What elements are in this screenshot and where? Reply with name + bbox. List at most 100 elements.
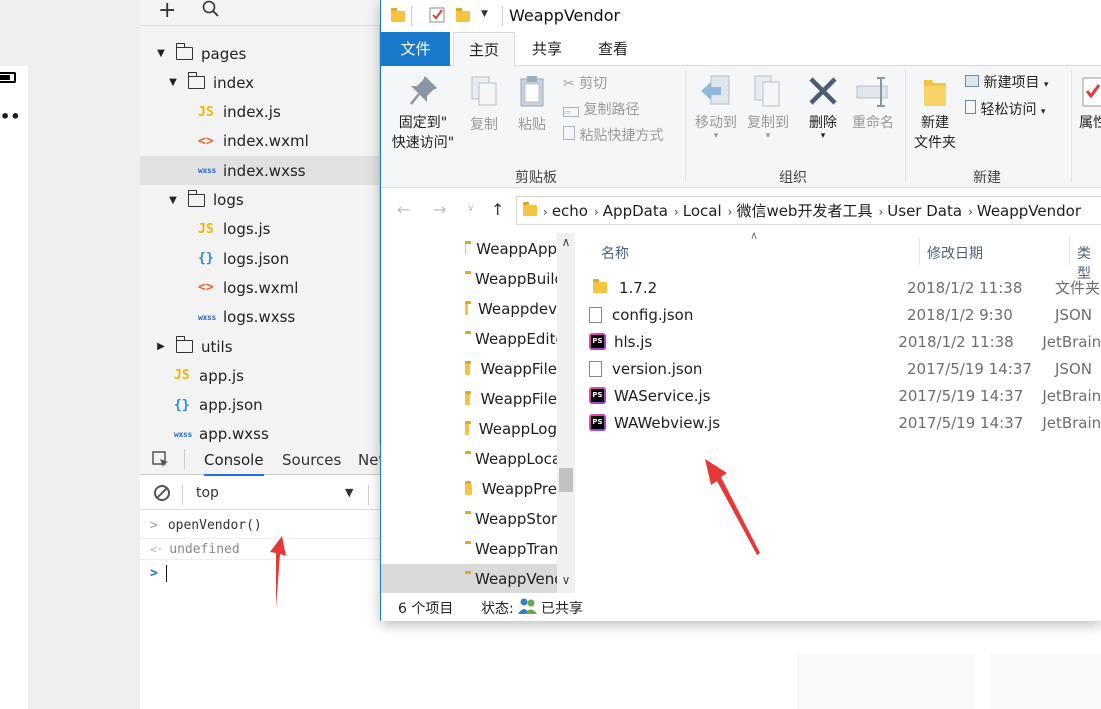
file-date: 2017/5/19 14:37 — [907, 359, 1032, 378]
tab-share[interactable]: 共享 — [519, 32, 575, 66]
forward-arrow-icon[interactable]: → — [433, 200, 446, 219]
copy-button[interactable]: 复制 — [463, 74, 505, 134]
breadcrumb: › echo › AppData › Local › 微信web开发者工具 › User Data… — [537, 200, 1081, 221]
nav-folder-item[interactable]: WeappStorage — [381, 504, 557, 534]
column-divider[interactable] — [919, 237, 920, 265]
properties-check-icon[interactable] — [429, 7, 445, 27]
pin-to-quick-access-button[interactable]: 固定到" 快速访问" — [387, 74, 459, 152]
column-name-header[interactable]: 名称 — [601, 243, 629, 263]
tree-item-label: app.json — [199, 396, 263, 415]
add-file-icon[interactable]: + — [158, 0, 176, 23]
collapse-arrow-icon[interactable]: ▶ — [154, 341, 168, 352]
copy-path-button[interactable]: ▭ 复制路径 — [563, 99, 639, 119]
inspect-element-icon[interactable] — [152, 451, 170, 473]
new-folder-icon[interactable] — [456, 8, 470, 22]
breadcrumb-item[interactable]: 微信web开发者工具 — [736, 202, 872, 220]
tree-item[interactable]: JS index.js — [140, 98, 380, 127]
paste-shortcut-button[interactable]: 粘贴快捷方式 — [563, 125, 663, 145]
tree-item[interactable]: <> logs.wxml — [140, 273, 380, 302]
scissors-icon: ✂ — [563, 76, 575, 92]
more-dots-icon[interactable]: •• — [0, 109, 20, 125]
breadcrumb-separator-icon[interactable]: › — [594, 205, 599, 219]
tree-item[interactable]: ▼ index — [140, 68, 380, 97]
scroll-thumb[interactable] — [559, 468, 573, 492]
rename-button[interactable]: 重命名 — [847, 74, 899, 132]
breadcrumb-item[interactable]: echo — [552, 202, 588, 220]
file-row[interactable]: hls.js 2018/1/2 11:38 JetBrains — [589, 328, 1101, 355]
breadcrumb-separator-icon[interactable]: › — [968, 205, 973, 219]
easy-access-button[interactable]: 轻松访问 ▾ — [965, 99, 1045, 119]
tab-console[interactable]: Console — [204, 451, 264, 476]
nav-folder-item[interactable]: WeappBuild — [381, 264, 557, 294]
tree-item[interactable]: {} app.json — [140, 391, 380, 420]
paste-button[interactable]: 粘贴 — [511, 74, 553, 134]
nav-folder-item[interactable]: WeappFile — [381, 354, 557, 384]
tab-network[interactable]: Net — [358, 451, 380, 469]
tree-item[interactable]: wxss index.wxss — [140, 156, 380, 186]
nav-folder-label: WeappStorage — [475, 510, 557, 528]
tab-view[interactable]: 查看 — [581, 32, 645, 66]
clear-console-icon[interactable] — [154, 485, 170, 501]
back-arrow-icon[interactable]: ← — [397, 200, 410, 219]
column-divider[interactable] — [1069, 237, 1070, 265]
tree-item[interactable]: ▶ utils — [140, 332, 380, 361]
breadcrumb-separator-icon[interactable]: › — [543, 205, 548, 219]
breadcrumb-item[interactable]: User Data — [887, 202, 962, 220]
tree-item[interactable]: {} logs.json — [140, 244, 380, 273]
file-row[interactable]: WAService.js 2017/5/19 14:37 JetBrains — [589, 382, 1101, 409]
scroll-down-icon[interactable]: ∨ — [557, 573, 575, 587]
qat-dropdown-icon[interactable]: ▼ — [481, 9, 488, 19]
nav-folder-item[interactable]: WeappLocal — [381, 444, 557, 474]
tree-item[interactable]: JS logs.js — [140, 215, 380, 244]
file-row[interactable]: config.json 2018/1/2 9:30 JSON — [589, 301, 1101, 328]
breadcrumb-separator-icon[interactable]: › — [878, 205, 883, 219]
nav-folder-item[interactable]: WeappVendor — [381, 564, 557, 594]
delete-button[interactable]: 删除 ▾ — [803, 74, 843, 141]
chevron-down-icon[interactable]: ▼ — [345, 486, 353, 499]
file-row[interactable]: 1.7.2 2018/1/2 11:38 文件夹 — [589, 274, 1101, 301]
nav-folder-item[interactable]: WeappTrans — [381, 534, 557, 564]
search-icon[interactable] — [202, 0, 219, 22]
tree-item[interactable]: wxss logs.wxss — [140, 303, 380, 332]
cut-button[interactable]: ✂ 剪切 — [563, 73, 607, 93]
new-item-button[interactable]: 新建项目 ▾ — [965, 72, 1048, 92]
tree-item[interactable]: <> index.wxml — [140, 127, 380, 156]
console-prompt[interactable]: > — [150, 565, 167, 582]
nav-folder-item[interactable]: WeappFile — [381, 384, 557, 414]
breadcrumb-item[interactable]: WeappVendor — [977, 202, 1081, 220]
breadcrumb-separator-icon[interactable]: › — [728, 205, 733, 219]
column-date-header[interactable]: 修改日期 — [927, 243, 983, 263]
nav-folder-item[interactable]: Weappdev — [381, 294, 557, 324]
new-folder-button[interactable]: 新建 文件夹 — [909, 74, 961, 152]
nav-folder-item[interactable]: WeappEditor — [381, 324, 557, 354]
properties-button[interactable]: 属性 — [1079, 74, 1101, 132]
tab-home[interactable]: 主页 — [453, 32, 515, 67]
status-bar: 6 个项目 状态: 已共享 — [381, 593, 1101, 621]
copy-to-button[interactable]: 复制到 ▾ — [743, 74, 793, 141]
tab-file[interactable]: 文件 — [381, 32, 450, 66]
breadcrumb-item[interactable]: Local — [683, 202, 722, 220]
expand-arrow-icon[interactable]: ▼ — [166, 77, 180, 88]
nav-folder-item[interactable]: WeappApp — [381, 234, 557, 264]
expand-arrow-icon[interactable]: ▼ — [166, 195, 180, 206]
nav-folder-item[interactable]: WeappPre — [381, 474, 557, 504]
nav-scrollbar[interactable]: ∧ ∨ — [557, 233, 575, 593]
file-row[interactable]: WAWebview.js 2017/5/19 14:37 JetBrains — [589, 409, 1101, 436]
breadcrumb-separator-icon[interactable]: › — [674, 205, 679, 219]
up-arrow-icon[interactable]: ↑ — [491, 200, 504, 219]
tree-item[interactable]: ▼ pages — [140, 39, 380, 68]
tree-item[interactable]: ▼ logs — [140, 186, 380, 215]
annotation-arrow — [270, 536, 286, 608]
address-box[interactable]: › echo › AppData › Local › 微信web开发者工具 › User Data… — [516, 196, 1101, 225]
nav-folder-item[interactable]: WeappLog — [381, 414, 557, 444]
breadcrumb-item[interactable]: AppData — [603, 202, 668, 220]
context-select[interactable]: top — [196, 485, 219, 501]
group-clipboard-label: 剪贴板 — [515, 170, 557, 186]
tree-item[interactable]: JS app.js — [140, 361, 380, 390]
tab-sources[interactable]: Sources — [282, 451, 341, 469]
move-to-button[interactable]: 移动到 ▾ — [691, 74, 741, 141]
recent-chevron-icon[interactable]: ∨ — [467, 203, 474, 214]
scroll-up-icon[interactable]: ∧ — [557, 235, 575, 249]
file-row[interactable]: version.json 2017/5/19 14:37 JSON — [589, 355, 1101, 382]
expand-arrow-icon[interactable]: ▼ — [154, 48, 168, 59]
